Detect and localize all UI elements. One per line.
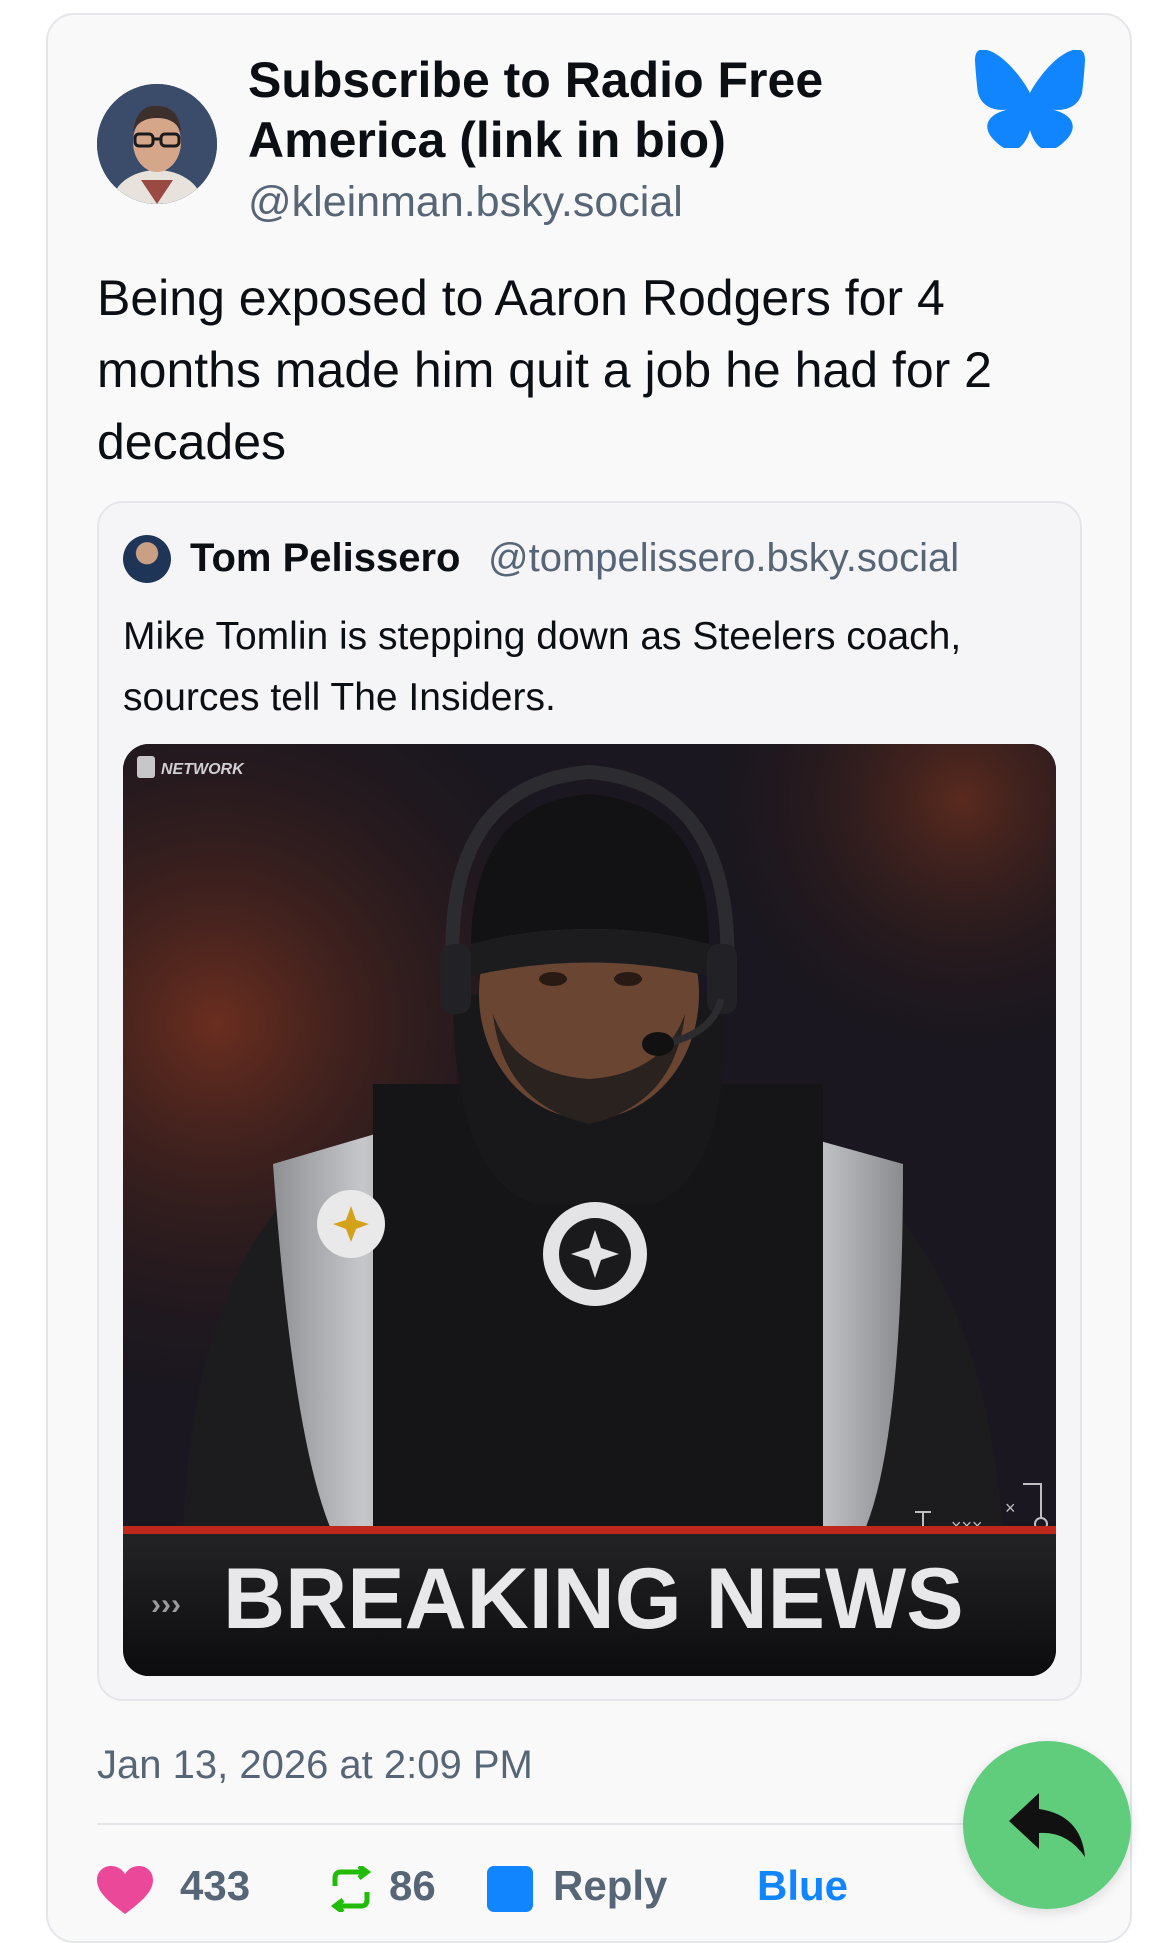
repost-count[interactable]: 86 [389, 1858, 436, 1914]
breaking-news-banner: BREAKING NEWS [223, 1551, 964, 1647]
bluesky-butterfly-icon [975, 49, 1085, 151]
quoted-author-avatar[interactable] [123, 535, 171, 583]
quoted-post-image[interactable]: NETWORK ××× × ››› BREAKING NEWS [123, 744, 1056, 1676]
reply-arrow-icon [1009, 1793, 1085, 1857]
like-count[interactable]: 433 [180, 1858, 250, 1914]
quoted-author-name[interactable]: Tom Pelissero [190, 533, 460, 583]
quoted-post-text: Mike Tomlin is stepping down as Steelers… [123, 615, 962, 719]
quoted-author-handle[interactable]: @tompelissero.bsky.social [488, 533, 959, 583]
reply-square-icon[interactable] [487, 1866, 535, 1912]
divider [97, 1823, 1097, 1825]
reply-fab-button[interactable] [963, 1741, 1131, 1909]
svg-text:×: × [1005, 1498, 1016, 1518]
author-display-name[interactable]: Subscribe to Radio Free America (link in… [248, 50, 888, 170]
repost-icon[interactable] [329, 1866, 373, 1912]
heart-icon[interactable] [97, 1866, 153, 1916]
author-avatar[interactable] [97, 84, 217, 204]
reply-label[interactable]: Reply [553, 1858, 667, 1914]
svg-text:›››: ››› [151, 1588, 181, 1621]
author-handle[interactable]: @kleinman.bsky.social [248, 176, 683, 228]
network-label: NETWORK [161, 761, 245, 778]
bluesky-link[interactable]: Blue [757, 1858, 848, 1914]
post-timestamp[interactable]: Jan 13, 2026 at 2:09 PM [97, 1740, 533, 1790]
post-text: Being exposed to Aaron Rodgers for 4 mon… [97, 270, 992, 470]
